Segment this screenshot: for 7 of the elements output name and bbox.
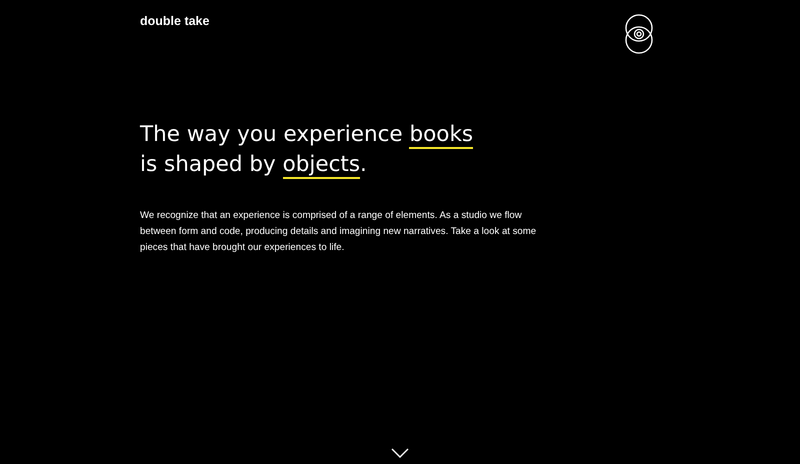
intro-paragraph: We recognize that an experience is comprised of a range of elements. As a studio we flow between form and code, producing details and imagining new narratives. Take a look at some pieces that have brought our experiences to life. — [140, 209, 538, 255]
logo[interactable]: double take — [140, 14, 210, 28]
headline: The way you experience books is shaped by objects. — [140, 121, 474, 180]
eye-logo-icon[interactable] — [624, 14, 654, 54]
headline-link[interactable]: objects — [282, 152, 360, 179]
headline-link[interactable]: books — [409, 122, 474, 149]
chevron-down-icon[interactable] — [391, 448, 409, 458]
